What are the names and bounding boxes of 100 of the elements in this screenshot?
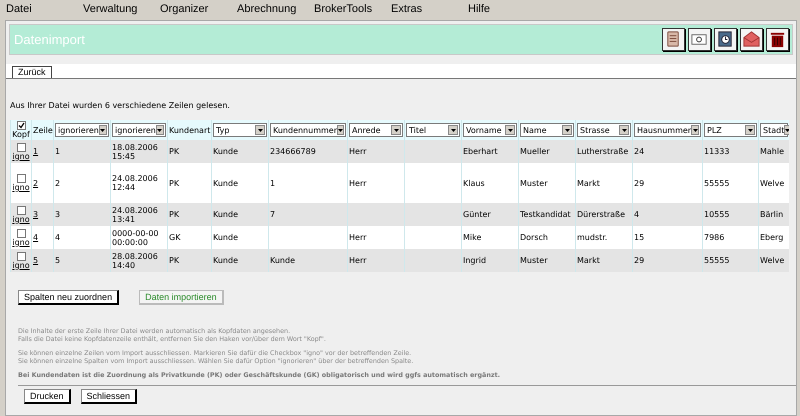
column-select[interactable]: Strasse [577, 123, 631, 137]
table-cell: Welve [760, 178, 784, 188]
close-button[interactable]: Schliessen [80, 389, 138, 404]
table-cell: 3 [55, 210, 60, 219]
toolbar-button[interactable] [662, 28, 685, 51]
ignore-label: igno [12, 260, 30, 270]
column-select[interactable]: Kundennummer [270, 123, 346, 137]
table-cell: Bärlin [760, 210, 784, 219]
table-cell: PK [169, 147, 180, 156]
ignore-label: igno [12, 183, 30, 192]
table-cell: Kunde [213, 233, 238, 242]
intro-text: Aus Ihrer Datei wurden 6 verschiedene Zeilen gelesen. [10, 101, 231, 110]
column-select[interactable]: Hausnummer [634, 123, 701, 137]
table-cell: 15 [634, 233, 644, 242]
column-select[interactable]: Stadt [760, 123, 788, 137]
table-cell: Kunde [213, 178, 238, 188]
menu-item[interactable]: BrokerTools [314, 3, 391, 15]
menu-item[interactable]: Hilfe [468, 3, 545, 15]
checkbox[interactable] [16, 142, 26, 152]
table-cell: 29 [634, 178, 644, 188]
table-cell: 4 [634, 210, 640, 219]
table-cell: Dorsch [520, 233, 548, 242]
table-cell: Welve [760, 256, 784, 265]
column-select[interactable]: Name [520, 123, 574, 137]
line-number-link[interactable]: 3 [33, 210, 38, 219]
table-cell: PK [169, 178, 180, 188]
table-cell: 7986 [704, 233, 724, 242]
toolbar-button[interactable] [766, 28, 789, 51]
checkbox[interactable] [16, 174, 26, 183]
menu-item[interactable]: Extras [391, 3, 468, 15]
table-cell: Dürerstraße [577, 210, 626, 219]
table-cell: 11333 [704, 147, 730, 156]
table-cell: Kunde [213, 210, 238, 219]
table-cell: Günter [463, 210, 491, 219]
table-cell: Herr [349, 233, 366, 242]
checkbox[interactable] [16, 252, 26, 260]
toolbar-button[interactable] [714, 28, 737, 51]
table-cell: 24.08.2006 12:44 [112, 174, 158, 192]
table-cell: 18.08.2006 15:45 [112, 142, 158, 160]
column-select[interactable]: ignorieren [55, 123, 109, 137]
checkbox[interactable] [16, 121, 26, 130]
table-cell: 1 [270, 178, 276, 188]
table-cell: 24.08.2006 13:41 [112, 206, 158, 224]
table-cell: 24 [634, 147, 644, 156]
column-select[interactable]: ignorieren [112, 123, 166, 137]
table-cell: 2 [55, 178, 60, 188]
menu-item[interactable]: Verwaltung [83, 3, 160, 15]
table-cell: 29 [634, 256, 644, 265]
toolbar-button[interactable] [688, 28, 711, 51]
table-cell: PK [169, 256, 180, 265]
table-cell: Testkandidat [520, 210, 571, 219]
table-cell: mudstr. [577, 233, 608, 242]
column-select[interactable]: Vorname [463, 123, 517, 137]
line-number-link[interactable]: 4 [33, 233, 38, 242]
column-select[interactable]: Anrede [349, 123, 403, 137]
table-cell: 55555 [704, 178, 730, 188]
line-number-link[interactable]: 1 [33, 147, 38, 156]
table-cell: 7 [270, 210, 276, 219]
table-cell: Klaus [463, 178, 485, 188]
table-cell: Muster [520, 178, 548, 188]
trash-icon [768, 30, 787, 49]
table-cell: Lutherstraße [577, 147, 628, 156]
table-cell: Kunde [213, 147, 238, 156]
table-cell: Markt [577, 256, 600, 265]
checkbox[interactable] [16, 228, 26, 238]
column-select[interactable]: PLZ [704, 123, 757, 137]
column-select[interactable]: Typ [213, 123, 267, 137]
menu-item[interactable]: Organizer [160, 3, 237, 15]
menu-item[interactable]: Abrechnung [237, 3, 314, 15]
table-cell: 55555 [704, 256, 730, 265]
column-select[interactable]: Titel [406, 123, 460, 137]
import-button[interactable]: Daten importieren [139, 290, 224, 305]
table-cell: 10555 [704, 210, 730, 219]
line-number-link[interactable]: 5 [33, 256, 38, 265]
table-cell: 4 [55, 233, 60, 242]
table-cell: 0000-00-00 00:00:00 [112, 228, 158, 246]
line-number-link[interactable]: 2 [33, 178, 38, 188]
envelope-icon [742, 30, 761, 49]
table-cell: Mike [463, 233, 482, 242]
toolbar-button[interactable] [740, 28, 763, 51]
table-cell: Kunde [213, 256, 238, 265]
table-cell: Eberhart [463, 147, 498, 156]
menu-item[interactable]: Datei [6, 3, 83, 15]
table-cell: Ingrid [463, 256, 486, 265]
tab[interactable]: Zurück [12, 66, 52, 78]
checkbox[interactable] [16, 206, 26, 214]
table-cell: 28.08.2006 14:40 [112, 252, 158, 270]
page-title: Datenimport [14, 32, 85, 47]
table-cell: Markt [577, 178, 600, 188]
print-button[interactable]: Drucken [24, 389, 71, 404]
table-cell: 1 [55, 147, 60, 156]
table-cell: Herr [349, 256, 366, 265]
table-cell: Eberg [760, 233, 784, 242]
table-cell: PK [169, 210, 180, 219]
remap-button[interactable]: Spalten neu zuordnen [18, 290, 120, 305]
column-header: Zeile [33, 126, 53, 134]
checkbox-label: Kopf [12, 130, 30, 139]
table-cell: 234666789 [270, 147, 316, 156]
table-cell: Mueller [520, 147, 550, 156]
table-cell: Muster [520, 256, 548, 265]
